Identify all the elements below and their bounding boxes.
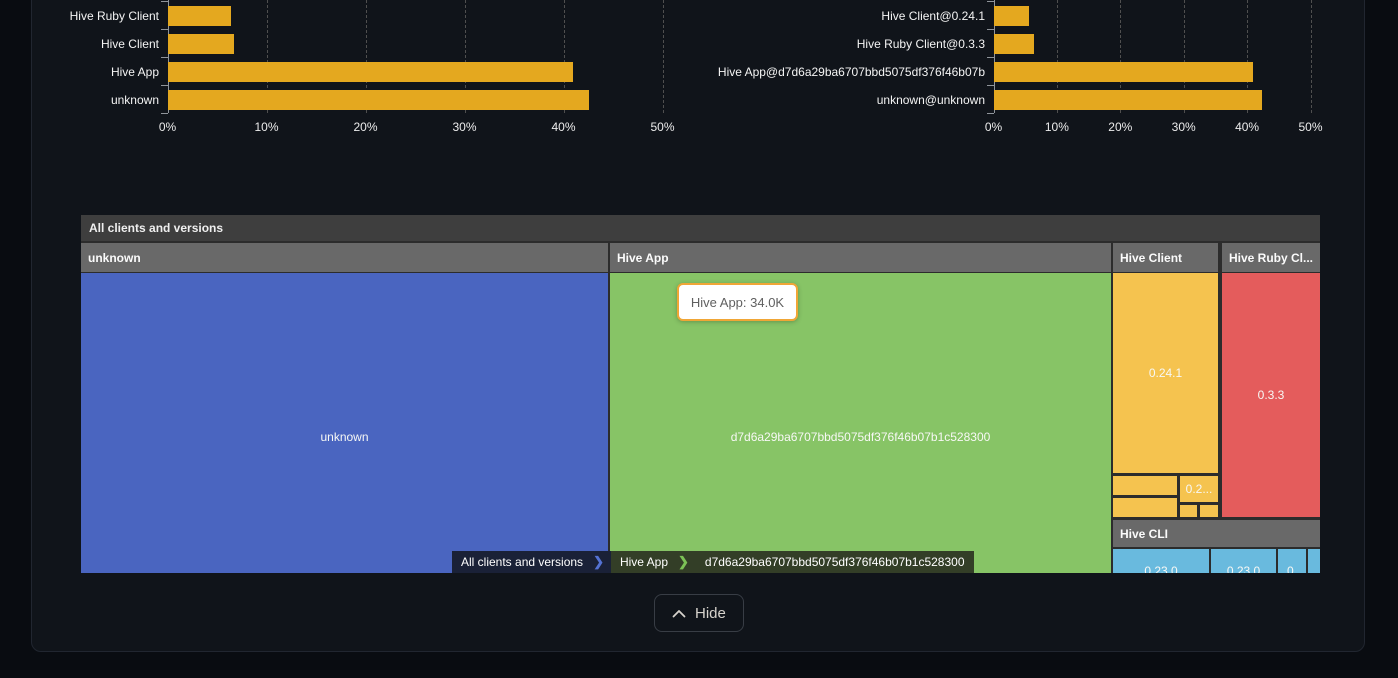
treemap-cell-label: 0.24.1: [1149, 366, 1182, 380]
bar[interactable]: [168, 90, 589, 110]
tooltip-text: Hive App: 34.0K: [691, 295, 784, 310]
treemap-group-header[interactable]: unknown: [81, 243, 608, 272]
chevron-right-icon: ❯: [678, 554, 689, 570]
bar[interactable]: [168, 6, 231, 26]
hide-button[interactable]: Hide: [654, 594, 744, 632]
x-tick-label: 50%: [650, 120, 674, 134]
axis-tick: [987, 57, 994, 58]
x-tick-label: 0%: [985, 120, 1002, 134]
category-label: Hive Client@0.24.1: [585, 9, 985, 23]
treemap-cell[interactable]: 0.: [1278, 549, 1306, 573]
treemap: All clients and versions unknownunknownH…: [81, 215, 1320, 573]
bar[interactable]: [994, 62, 1253, 82]
category-label: Hive Ruby Client@0.3.3: [585, 37, 985, 51]
bar[interactable]: [168, 62, 573, 82]
x-tick-label: 40%: [1235, 120, 1259, 134]
treemap-group-header[interactable]: Hive Ruby Cl...: [1222, 243, 1320, 272]
breadcrumb-item-version-hash[interactable]: d7d6a29ba6707bbd5075df376f46b07b1c528300: [696, 551, 974, 573]
treemap-cell[interactable]: [1113, 476, 1177, 495]
breadcrumb-item-root[interactable]: All clients and versions ❯: [452, 551, 611, 573]
x-tick-label: 30%: [452, 120, 476, 134]
treemap-cell[interactable]: 0.23.0: [1211, 549, 1276, 573]
bar[interactable]: [994, 34, 1034, 54]
x-tick-label: 20%: [1108, 120, 1132, 134]
treemap-cell[interactable]: 0.23.0: [1113, 549, 1209, 573]
axis-tick: [161, 113, 168, 114]
treemap-cell-label: 0.23.0: [1144, 564, 1177, 573]
treemap-cell[interactable]: [1200, 505, 1218, 517]
chevron-up-icon: [672, 609, 686, 618]
category-label: Hive Ruby Client: [0, 9, 159, 23]
breadcrumb: All clients and versions ❯ Hive App ❯ d7…: [452, 551, 974, 573]
breadcrumb-label: All clients and versions: [461, 555, 583, 569]
bar[interactable]: [168, 34, 234, 54]
category-label: Hive App: [0, 65, 159, 79]
chevron-right-icon: ❯: [593, 554, 604, 570]
axis-tick: [987, 85, 994, 86]
breadcrumb-item-hive-app[interactable]: Hive App ❯: [611, 551, 696, 573]
x-tick-label: 10%: [254, 120, 278, 134]
bar-charts-row: 0% 10% 20% 30% 40% 50% Hive Ruby Client Hive Cl…: [0, 0, 1398, 140]
axis-tick: [161, 85, 168, 86]
treemap-cell[interactable]: [1113, 498, 1177, 517]
treemap-cell[interactable]: 0.24.1: [1113, 273, 1218, 473]
x-tick-label: 20%: [353, 120, 377, 134]
axis-tick: [161, 29, 168, 30]
category-label: unknown@unknown: [585, 93, 985, 107]
breadcrumb-label: Hive App: [620, 555, 668, 569]
treemap-cell-label: 0.23.0: [1227, 564, 1260, 573]
treemap-group-header[interactable]: Hive CLI: [1113, 520, 1320, 547]
hide-button-label: Hide: [695, 605, 726, 622]
breadcrumb-label: d7d6a29ba6707bbd5075df376f46b07b1c528300: [705, 555, 965, 569]
x-tick-label: 10%: [1045, 120, 1069, 134]
category-label: unknown: [0, 93, 159, 107]
treemap-cell[interactable]: unknown: [81, 273, 608, 573]
axis-tick: [987, 29, 994, 30]
x-tick-label: 50%: [1298, 120, 1322, 134]
treemap-cell[interactable]: [1180, 505, 1197, 517]
treemap-cell[interactable]: 0.2...: [1180, 476, 1218, 502]
axis-tick: [987, 113, 994, 114]
bar[interactable]: [994, 90, 1262, 110]
treemap-cell-label: 0.: [1287, 564, 1297, 573]
treemap-title: All clients and versions: [81, 215, 1320, 241]
axis-tick: [161, 1, 168, 2]
category-label: Hive App@d7d6a29ba6707bbd5075df376f46b07…: [585, 65, 985, 79]
treemap-group-header[interactable]: Hive Client: [1113, 243, 1218, 272]
tooltip: Hive App: 34.0K: [677, 283, 798, 321]
treemap-cell-label: 0.2...: [1186, 482, 1213, 496]
axis-tick: [161, 57, 168, 58]
gridline: [1311, 0, 1312, 113]
category-label: Hive Client: [0, 37, 159, 51]
treemap-cell[interactable]: 0.3.3: [1222, 273, 1320, 517]
x-tick-label: 0%: [159, 120, 176, 134]
axis-tick: [987, 1, 994, 2]
treemap-group-header[interactable]: Hive App: [610, 243, 1111, 272]
x-tick-label: 40%: [551, 120, 575, 134]
treemap-cell-label: 0.3.3: [1258, 388, 1285, 402]
x-tick-label: 30%: [1172, 120, 1196, 134]
treemap-cell[interactable]: [1308, 549, 1320, 573]
treemap-cell-label: d7d6a29ba6707bbd5075df376f46b07b1c528300: [731, 430, 991, 444]
bar[interactable]: [994, 6, 1029, 26]
treemap-cell-label: unknown: [320, 430, 368, 444]
